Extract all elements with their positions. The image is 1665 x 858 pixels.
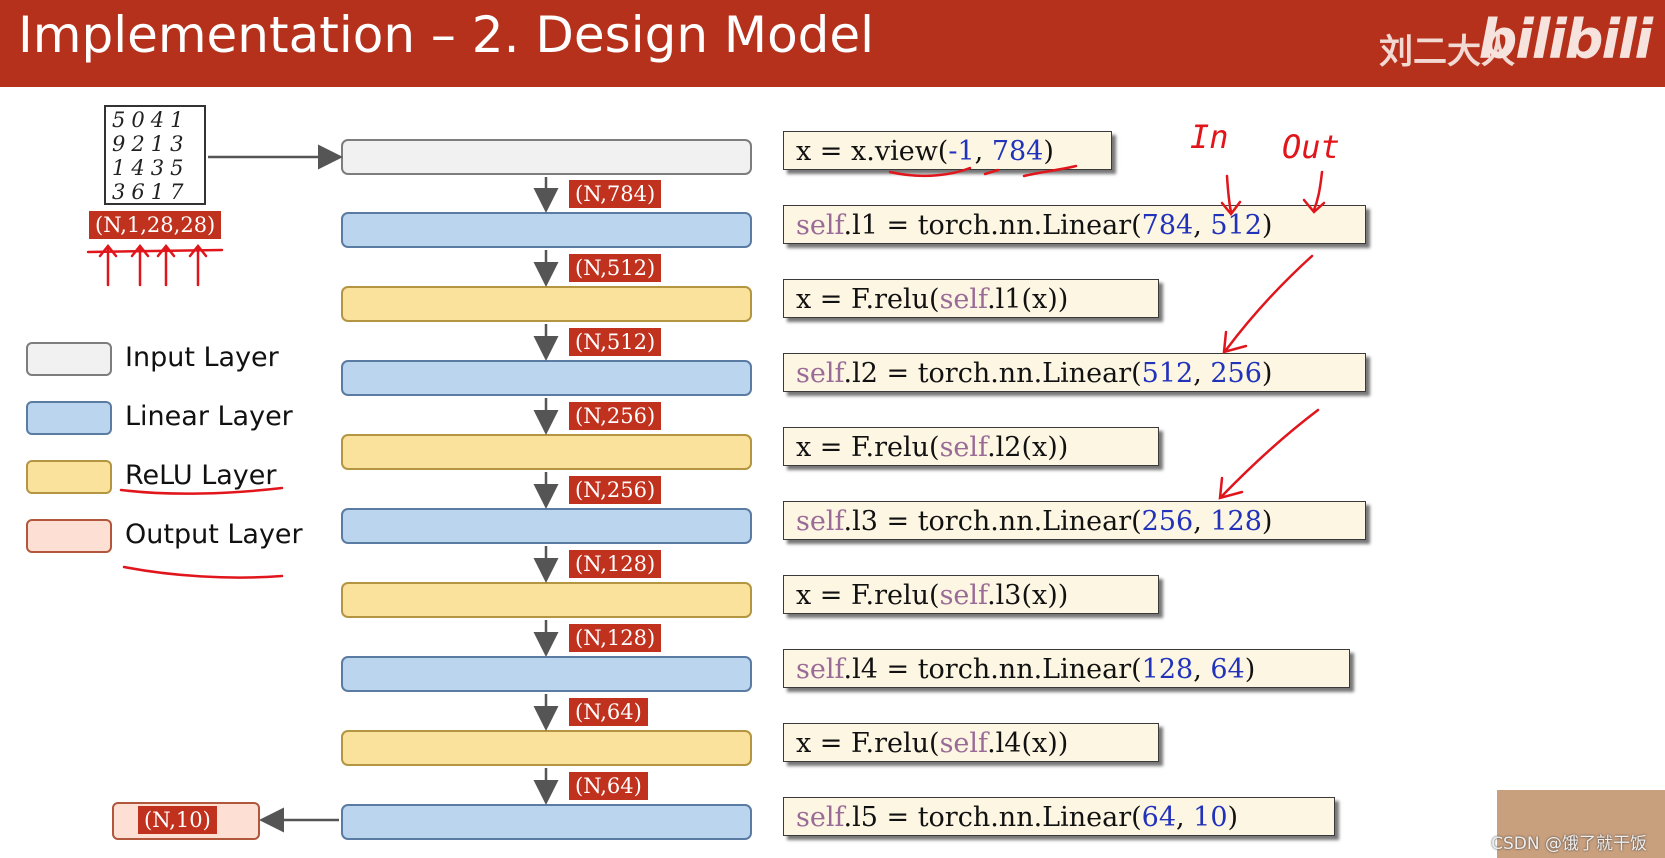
underline-stroke xyxy=(983,168,1000,176)
underline-stroke xyxy=(1022,164,1078,178)
underline-stroke xyxy=(888,166,972,178)
down-arrow-stroke xyxy=(1302,170,1326,214)
csdn-watermark: CSDN @饿了就干饭 xyxy=(1491,834,1647,854)
underline-stroke xyxy=(119,486,284,495)
down-arrow-stroke xyxy=(1220,174,1242,217)
up-arrow-stroke xyxy=(188,243,208,287)
underline-stroke xyxy=(122,565,284,579)
curve-arrow-stroke xyxy=(1218,408,1320,500)
diagram-overlay xyxy=(86,144,1326,833)
handwritten-in-label: In xyxy=(1190,118,1229,156)
up-arrow-stroke xyxy=(156,243,176,287)
handwritten-annotations xyxy=(86,164,1326,579)
flow-arrows xyxy=(208,144,559,833)
up-arrow-stroke xyxy=(130,243,150,287)
curve-arrow-stroke xyxy=(1222,254,1314,354)
handwritten-out-label: Out xyxy=(1282,128,1340,166)
up-arrow-stroke xyxy=(98,243,118,287)
